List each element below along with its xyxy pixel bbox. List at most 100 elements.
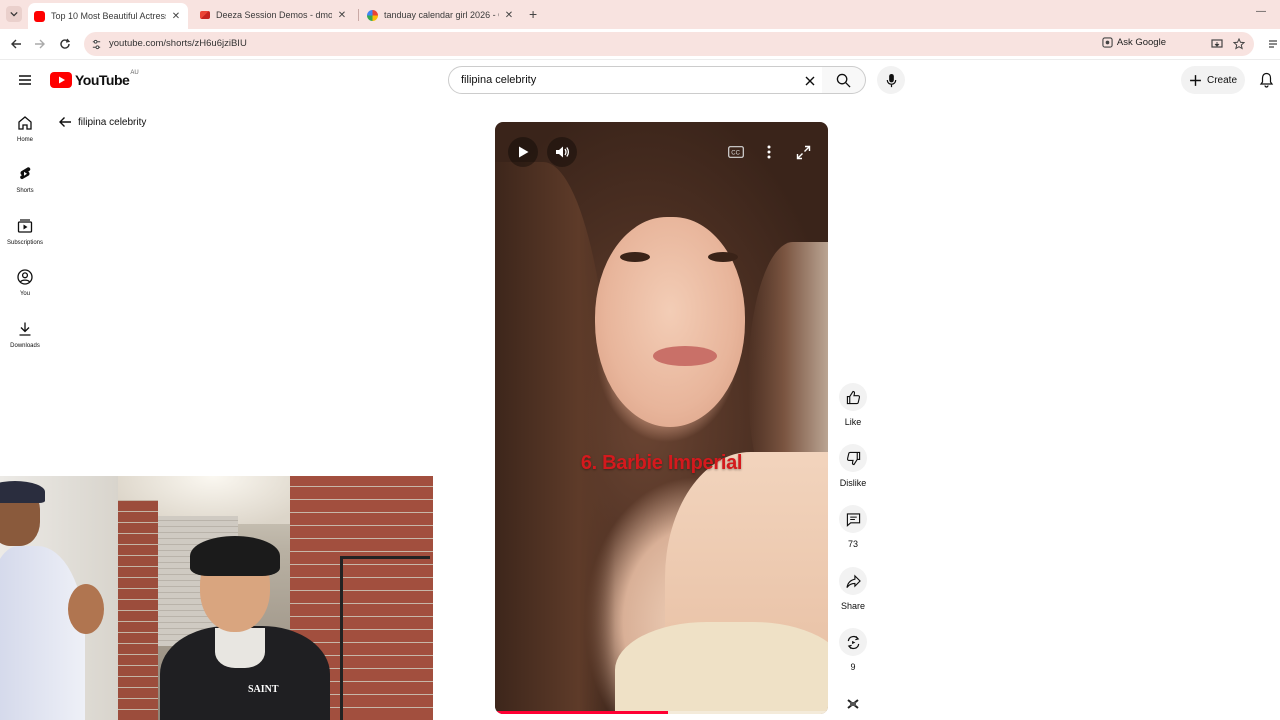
new-tab-button[interactable]: + <box>529 7 537 21</box>
expand-icon <box>796 145 810 159</box>
video-frame-garment <box>615 622 828 714</box>
webcam-person-left <box>0 476 110 720</box>
url-text[interactable]: youtube.com/shorts/zH6u6jziBIU <box>109 38 247 49</box>
chevron-down-icon <box>10 11 18 17</box>
back-icon[interactable] <box>9 37 23 51</box>
video-frame-eye <box>620 252 650 262</box>
remix-icon <box>847 635 859 649</box>
play-icon <box>519 146 529 158</box>
sidebar-item-label: Shorts <box>16 188 34 194</box>
webcam-brick-wall <box>118 500 158 720</box>
webcam-hand <box>68 584 104 634</box>
youtube-favicon <box>34 10 45 22</box>
youtube-logo[interactable]: YouTube AU <box>50 70 139 88</box>
webcam-shirt <box>215 628 265 668</box>
search-button[interactable] <box>822 66 866 94</box>
volume-icon <box>556 146 570 158</box>
install-app-icon[interactable] <box>1210 37 1224 51</box>
share-label: Share <box>840 601 866 611</box>
sidebar-item-subscriptions[interactable]: Subscriptions <box>0 218 50 262</box>
tab-title: Top 10 Most Beautiful Actress i <box>51 11 166 21</box>
captions-icon: CC <box>728 146 744 158</box>
sidebar-item-home[interactable]: Home <box>0 115 50 159</box>
sidebar-item-you[interactable]: You <box>0 269 50 313</box>
ask-google-button[interactable]: Ask Google <box>1102 37 1166 48</box>
comment-icon <box>846 512 860 527</box>
site-info-icon[interactable] <box>89 37 103 51</box>
svg-text:CC: CC <box>731 151 740 157</box>
search-icon <box>836 73 851 88</box>
captions-button[interactable]: CC <box>725 141 747 163</box>
google-favicon <box>367 9 378 21</box>
close-tab-icon[interactable]: ✕ <box>170 11 182 22</box>
fullscreen-button[interactable] <box>792 141 814 163</box>
arrow-left-icon <box>59 117 71 127</box>
sound-button[interactable] <box>836 690 870 718</box>
ask-google-label: Ask Google <box>1116 37 1166 48</box>
youtube-logo-icon <box>50 72 72 88</box>
volume-button[interactable] <box>547 137 577 167</box>
back-to-search-link[interactable]: filipina celebrity <box>58 115 146 129</box>
sidebar-item-label: You <box>19 291 31 297</box>
comments-count: 73 <box>847 539 858 549</box>
sidebar-item-label: Downloads <box>10 343 40 349</box>
bookmark-star-icon[interactable] <box>1232 37 1246 51</box>
shorts-video-player[interactable]: 6. Barbie Imperial CC <box>495 122 828 714</box>
dislike-label: Dislike <box>839 478 867 488</box>
play-button[interactable] <box>508 137 538 167</box>
webcam-cap <box>0 481 45 503</box>
forward-icon[interactable] <box>33 37 47 51</box>
more-vertical-icon <box>767 145 771 159</box>
shorts-icon <box>20 167 31 180</box>
reading-list-icon[interactable] <box>1266 37 1280 51</box>
tab-title: Deeza Session Demos - dmosu <box>216 10 332 20</box>
sound-thumbnail-icon <box>847 699 859 709</box>
video-frame-hair <box>495 162 615 714</box>
more-options-button[interactable] <box>758 141 780 163</box>
subscriptions-icon <box>17 219 33 233</box>
close-tab-icon[interactable]: ✕ <box>336 10 348 21</box>
browser-tab-strip: Top 10 Most Beautiful Actress i ✕ Deeza … <box>0 0 1280 29</box>
clear-search-icon[interactable] <box>804 74 816 86</box>
video-frame-face <box>595 217 745 427</box>
webcam-person-right: SAINT <box>160 536 340 720</box>
search-input[interactable] <box>459 72 789 88</box>
account-icon <box>17 269 33 285</box>
gmail-favicon <box>200 11 210 19</box>
menu-icon[interactable] <box>17 72 33 88</box>
browser-tab[interactable]: Deeza Session Demos - dmosu ✕ <box>194 3 354 27</box>
like-label: Like <box>844 417 862 427</box>
thumbs-down-icon <box>846 451 860 465</box>
sidebar-item-label: Home <box>16 137 33 143</box>
close-tab-icon[interactable]: ✕ <box>503 10 515 21</box>
browser-tab-active[interactable]: Top 10 Most Beautiful Actress i ✕ <box>28 3 188 29</box>
address-bar[interactable]: youtube.com/shorts/zH6u6jziBIU Ask Googl… <box>84 32 1254 56</box>
remix-count: 9 <box>850 662 856 672</box>
minimize-icon[interactable]: — <box>1256 6 1266 17</box>
sidebar-item-label: Subscriptions <box>6 240 44 246</box>
webcam-clothes-rack <box>340 556 430 720</box>
remix-button[interactable]: 9 <box>836 628 870 672</box>
tab-search-button[interactable] <box>6 6 22 22</box>
voice-search-button[interactable] <box>877 66 905 94</box>
webcam-cap <box>190 536 280 576</box>
thumbs-up-icon <box>846 390 860 404</box>
share-button[interactable]: Share <box>836 567 870 611</box>
tab-title: tanduay calendar girl 2026 - Go <box>384 10 499 20</box>
webcam-overlay: SAINT <box>0 476 433 720</box>
like-button[interactable]: Like <box>836 383 870 427</box>
notifications-bell-icon[interactable] <box>1259 72 1275 88</box>
comments-button[interactable]: 73 <box>836 505 870 549</box>
reload-icon[interactable] <box>58 37 72 51</box>
sidebar-item-downloads[interactable]: Downloads <box>0 321 50 365</box>
dislike-button[interactable]: Dislike <box>836 444 870 488</box>
lens-icon <box>1102 37 1113 48</box>
sidebar-item-shorts[interactable]: Shorts <box>0 166 50 210</box>
create-button[interactable]: Create <box>1181 66 1245 94</box>
create-label: Create <box>1206 74 1237 86</box>
microphone-icon <box>886 73 896 87</box>
logo-country-code: AU <box>130 70 139 76</box>
share-icon <box>845 574 861 588</box>
browser-tab[interactable]: tanduay calendar girl 2026 - Go ✕ <box>361 3 521 27</box>
video-progress-fill <box>495 711 669 714</box>
